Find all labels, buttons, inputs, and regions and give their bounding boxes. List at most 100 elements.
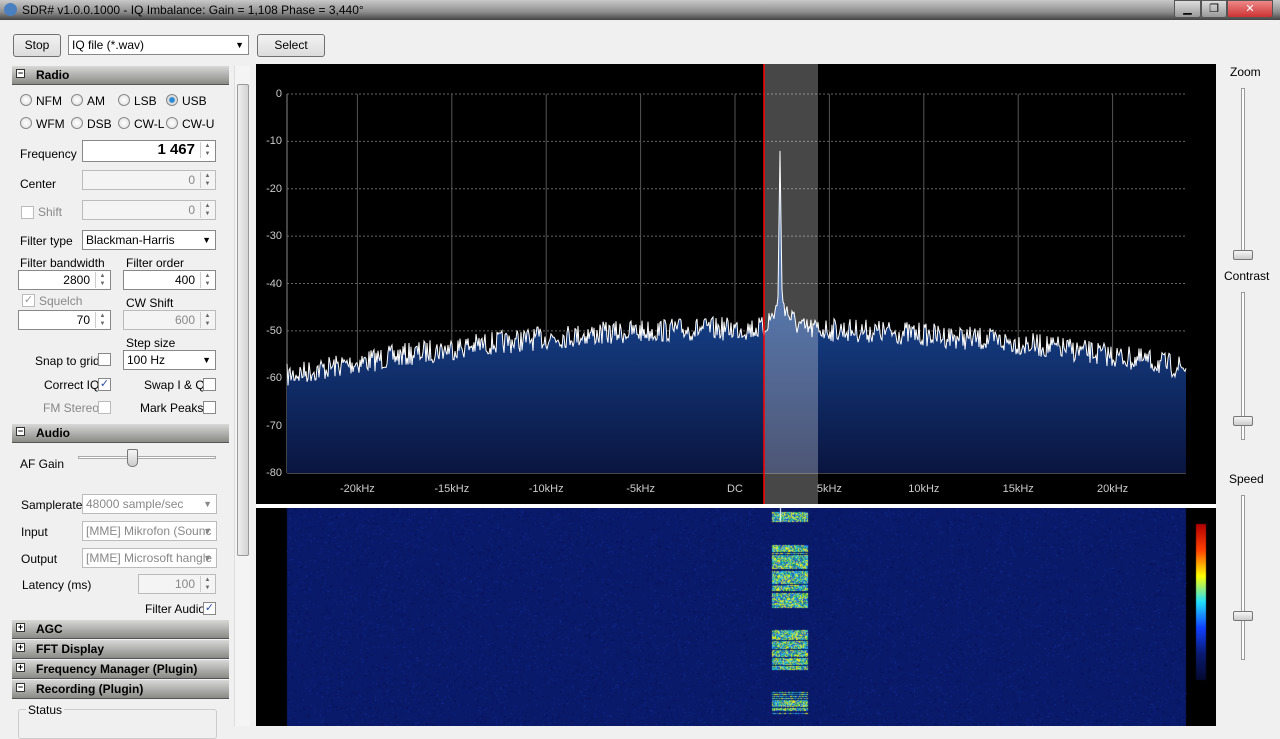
center-input[interactable]: 0 ▲ ▼ xyxy=(82,170,216,190)
maximize-button[interactable]: ❐ xyxy=(1201,0,1227,18)
x-tick-label: -15kHz xyxy=(434,483,470,495)
recording-panel-header[interactable]: − Recording (Plugin) xyxy=(12,680,229,699)
collapse-icon: − xyxy=(16,68,25,78)
mode-label: DSB xyxy=(87,117,112,131)
center-spinner[interactable]: ▲ ▼ xyxy=(200,172,214,188)
stop-button[interactable]: Stop xyxy=(13,34,61,57)
swap-iq-checkbox[interactable] xyxy=(203,378,216,391)
zoom-slider[interactable] xyxy=(1233,250,1253,260)
output-device-value: [MME] Microsoft hangle xyxy=(86,551,213,565)
cw-shift-spinner[interactable]: ▲ ▼ xyxy=(200,312,214,328)
chevron-down-icon: ▼ xyxy=(203,553,212,563)
select-button[interactable]: Select xyxy=(257,34,325,57)
mode-radio-usb[interactable] xyxy=(166,94,178,106)
expand-icon: + xyxy=(16,622,25,632)
filter-bandwidth-input[interactable]: 2800 ▲ ▼ xyxy=(18,270,111,290)
frequency-value: 1 467 xyxy=(157,141,195,158)
left-scrollbar[interactable] xyxy=(234,66,250,726)
fft-header-label: FFT Display xyxy=(36,642,105,656)
scrollbar-thumb[interactable] xyxy=(237,84,249,556)
mode-radio-nfm[interactable] xyxy=(20,94,32,106)
y-tick-label: -80 xyxy=(266,467,282,480)
samplerate-label: Samplerate xyxy=(21,498,83,512)
squelch-spinner[interactable]: ▲ ▼ xyxy=(95,312,109,328)
mark-peaks-checkbox[interactable] xyxy=(203,401,216,414)
mode-radio-cw-l[interactable] xyxy=(118,117,130,129)
mode-radio-lsb[interactable] xyxy=(118,94,130,106)
mode-label: CW-U xyxy=(182,117,215,131)
filter-bandwidth-spinner[interactable]: ▲ ▼ xyxy=(95,272,109,288)
swap-iq-label: Swap I & Q xyxy=(144,378,205,392)
filter-type-select[interactable]: Blackman-Harris ▼ xyxy=(82,230,216,250)
source-value: IQ file (*.wav) xyxy=(72,38,145,52)
mode-radio-cw-u[interactable] xyxy=(166,117,178,129)
shift-spinner[interactable]: ▲ ▼ xyxy=(200,202,214,218)
filter-audio-label: Filter Audio xyxy=(145,602,206,616)
frequency-manager-panel-header[interactable]: + Frequency Manager (Plugin) xyxy=(12,660,229,679)
input-device-select[interactable]: [MME] Mikrofon (Sounc ▼ xyxy=(82,521,217,541)
chevron-down-icon: ▼ xyxy=(203,526,212,536)
cw-shift-input[interactable]: 600 ▲ ▼ xyxy=(123,310,216,330)
fft-display-panel-header[interactable]: + FFT Display xyxy=(12,640,229,659)
mode-label: NFM xyxy=(36,94,62,108)
spectrum-display[interactable] xyxy=(256,64,1216,504)
output-device-select[interactable]: [MME] Microsoft hangle ▼ xyxy=(82,548,217,568)
shift-input[interactable]: 0 ▲ ▼ xyxy=(82,200,216,220)
agc-panel-header[interactable]: + AGC xyxy=(12,620,229,639)
expand-icon: + xyxy=(16,662,25,672)
squelch-input[interactable]: 70 ▲ ▼ xyxy=(18,310,111,330)
y-tick-label: -40 xyxy=(266,277,282,290)
mode-label: WFM xyxy=(36,117,65,131)
waterfall-display[interactable] xyxy=(256,508,1216,726)
audio-panel-header[interactable]: − Audio xyxy=(12,424,229,443)
shift-label: Shift xyxy=(38,205,63,219)
mode-label: CW-L xyxy=(134,117,165,131)
mode-radio-am[interactable] xyxy=(71,94,83,106)
latency-input[interactable]: 100 ▲ ▼ xyxy=(138,574,216,594)
x-tick-label: 10kHz xyxy=(908,483,940,495)
filter-audio-checkbox[interactable]: ✓ xyxy=(203,602,216,615)
filter-order-spinner[interactable]: ▲ ▼ xyxy=(200,272,214,288)
y-tick-label: 0 xyxy=(275,88,282,100)
latency-label: Latency (ms) xyxy=(22,578,92,592)
radio-header-label: Radio xyxy=(36,68,70,82)
app-icon xyxy=(4,3,17,16)
squelch-checkbox[interactable]: ✓ xyxy=(22,294,35,307)
x-tick-label: 15kHz xyxy=(1002,483,1034,495)
correct-iq-checkbox[interactable]: ✓ xyxy=(98,378,111,391)
speed-slider[interactable] xyxy=(1233,611,1253,622)
frequency-input[interactable]: 1 467 ▲ ▼ xyxy=(82,140,216,162)
fm-stereo-checkbox[interactable] xyxy=(98,401,111,414)
step-size-select[interactable]: 100 Hz ▼ xyxy=(123,350,216,370)
contrast-slider[interactable] xyxy=(1233,416,1253,427)
minimize-button[interactable]: ▁ xyxy=(1174,0,1201,18)
radio-panel-header[interactable]: − Radio xyxy=(12,66,229,85)
expand-icon: + xyxy=(16,642,25,652)
filter-order-input[interactable]: 400 ▲ ▼ xyxy=(123,270,216,290)
mode-radio-dsb[interactable] xyxy=(71,117,83,129)
close-button[interactable]: ✕ xyxy=(1227,0,1273,18)
latency-value: 100 xyxy=(174,577,195,591)
snap-checkbox[interactable] xyxy=(98,353,111,366)
af-gain-slider[interactable] xyxy=(126,449,138,467)
zoom-label: Zoom xyxy=(1230,65,1261,79)
x-tick-label: -5kHz xyxy=(626,483,655,495)
snap-label: Snap to grid xyxy=(35,354,100,368)
frequency-spinner[interactable]: ▲ ▼ xyxy=(200,142,214,158)
mode-radio-wfm[interactable] xyxy=(20,117,32,129)
audio-header-label: Audio xyxy=(36,426,70,440)
recording-header-label: Recording (Plugin) xyxy=(36,682,144,696)
collapse-icon: − xyxy=(16,682,25,692)
frequency-label: Frequency xyxy=(20,147,77,161)
filter-passband xyxy=(764,64,818,504)
source-select[interactable]: IQ file (*.wav) ▼ xyxy=(68,35,249,55)
filter-type-value: Blackman-Harris xyxy=(86,233,175,247)
mode-label: AM xyxy=(87,94,105,108)
y-tick-label: -30 xyxy=(266,230,282,243)
y-tick-label: -60 xyxy=(266,372,282,385)
samplerate-select[interactable]: 48000 sample/sec ▼ xyxy=(82,494,217,514)
shift-checkbox[interactable] xyxy=(21,206,34,219)
squelch-label: Squelch xyxy=(39,294,83,308)
latency-spinner[interactable]: ▲ ▼ xyxy=(200,576,214,592)
speed-track xyxy=(1241,495,1245,660)
